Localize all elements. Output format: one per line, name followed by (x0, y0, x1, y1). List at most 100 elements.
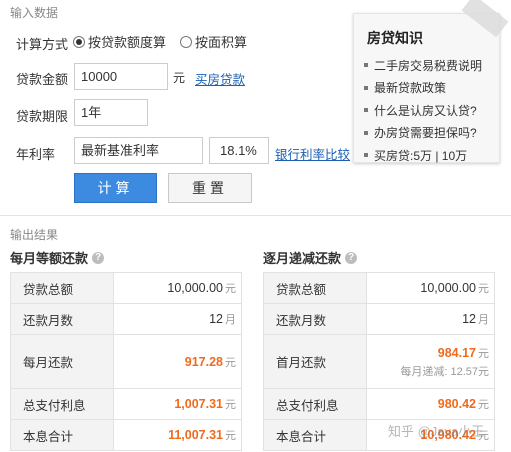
equal-payment-title-text: 每月等额还款 (10, 251, 89, 266)
table-row: 还款月数 12 月 (263, 303, 495, 335)
knowledge-item-label[interactable]: 最新贷款政策 (374, 79, 446, 96)
row-label: 本息合计 (263, 419, 367, 451)
unit-text: 月 (225, 314, 236, 326)
row-value: 984.17 元 每月递减: 12.57元 (366, 334, 495, 389)
unit-text: 元 (225, 283, 236, 295)
decreasing-payment-title: 逐月递减还款 ? (263, 248, 358, 267)
row-value: 12 月 (113, 303, 242, 335)
reset-button[interactable]: 重置 (168, 173, 252, 203)
unit-text: 元 (478, 365, 489, 378)
table-row: 贷款总额 10,000.00 元 (10, 272, 242, 304)
row-label: 贷款总额 (263, 272, 367, 304)
value-text: 1,007.31 (174, 397, 223, 411)
knowledge-item-label[interactable]: 二手房交易税费说明 (374, 57, 482, 74)
knowledge-card-title: 房贷知识 (367, 30, 423, 46)
row-label: 每月还款 (10, 334, 114, 389)
row-value: 12 月 (366, 303, 495, 335)
bullet-icon (364, 153, 368, 158)
bullet-icon (364, 130, 368, 135)
equal-payment-title: 每月等额还款 ? (10, 248, 105, 267)
value-text: 12 (209, 312, 223, 326)
radio-unchecked-icon[interactable] (180, 35, 193, 48)
unit-text: 元 (225, 430, 236, 442)
value-text: 917.28 (184, 354, 223, 369)
row-value: 10,000.00 元 (366, 272, 495, 304)
table-row: 总支付利息 1,007.31 元 (10, 388, 242, 420)
section-divider (0, 215, 511, 216)
mortgage-knowledge-card: 房贷知识 二手房交易税费说明 最新贷款政策 什么是认房又认贷? 办房贷需要担保吗… (353, 0, 509, 163)
knowledge-item[interactable]: 最新贷款政策 (364, 77, 482, 100)
monthly-decrease-label: 每月递减: (400, 365, 448, 378)
table-row: 总支付利息 980.42 元 (263, 388, 495, 420)
calc-option-area[interactable]: 按面积算 (180, 32, 247, 51)
loan-term-label: 贷款期限 (16, 109, 69, 124)
calc-option-amount-label: 按贷款额度算 (88, 35, 167, 50)
input-section-title: 输入数据 (10, 6, 59, 20)
bullet-icon (364, 63, 368, 68)
unit-text: 元 (478, 283, 489, 295)
calc-option-amount[interactable]: 按贷款额度算 (73, 32, 166, 51)
calc-method-label: 计算方式 (16, 37, 69, 52)
row-value: 980.42 元 (366, 388, 495, 420)
bullet-icon (364, 85, 368, 90)
monthly-decrease-value: 12.57 (450, 365, 478, 378)
knowledge-item[interactable]: 什么是认房又认贷? (364, 99, 482, 122)
unit-text: 元 (478, 399, 489, 411)
buy-loan-link[interactable]: 买房贷款 (195, 69, 245, 88)
loan-term-select[interactable]: 1年 (74, 99, 148, 126)
table-row: 还款月数 12 月 (10, 303, 242, 335)
rate-label: 年利率 (16, 147, 56, 162)
tape-decoration (461, 0, 509, 38)
row-label: 首月还款 (263, 334, 367, 389)
row-label: 还款月数 (10, 303, 114, 335)
row-label: 还款月数 (263, 303, 367, 335)
radio-checked-icon[interactable] (73, 35, 85, 48)
value-text: 10,000.00 (420, 281, 476, 295)
calc-option-area-label: 按面积算 (195, 35, 248, 50)
unit-text: 元 (225, 356, 236, 369)
unit-text: 月 (478, 314, 489, 326)
value-text: 12 (462, 312, 476, 326)
unit-text: 元 (478, 347, 489, 360)
row-value: 917.28 元 (113, 334, 242, 389)
value-text: 10,000.00 (167, 281, 223, 295)
row-label: 本息合计 (10, 419, 114, 451)
table-row: 首月还款 984.17 元 每月递减: 12.57元 (263, 334, 495, 389)
help-icon[interactable]: ? (92, 251, 105, 264)
row-value: 10,000.00 元 (113, 272, 242, 304)
loan-amount-label: 贷款金额 (16, 72, 69, 87)
knowledge-item-label[interactable]: 办房贷需要担保吗? (374, 124, 477, 141)
row-label: 贷款总额 (10, 272, 114, 304)
value-text: 980.42 (437, 397, 476, 411)
table-row: 本息合计 11,007.31 元 (10, 419, 242, 451)
value-text: 11,007.31 (168, 428, 223, 442)
loan-amount-unit: 元 (173, 71, 186, 85)
decreasing-payment-title-text: 逐月递减还款 (263, 251, 342, 266)
knowledge-item[interactable]: 买房贷:5万 | 10万 (364, 144, 482, 167)
row-value: 11,007.31 元 (113, 419, 242, 451)
unit-text: 元 (225, 399, 236, 411)
table-row: 贷款总额 10,000.00 元 (263, 272, 495, 304)
help-icon[interactable]: ? (345, 251, 358, 264)
value-text: 984.17 (437, 345, 476, 360)
output-section-title: 输出结果 (10, 228, 59, 242)
knowledge-item-label[interactable]: 什么是认房又认贷? (374, 102, 477, 119)
bullet-icon (364, 108, 368, 113)
row-value: 1,007.31 元 (113, 388, 242, 420)
loan-amount-input[interactable]: 10000 (74, 63, 168, 90)
knowledge-list: 二手房交易税费说明 最新贷款政策 什么是认房又认贷? 办房贷需要担保吗? 买房贷… (364, 54, 482, 167)
knowledge-item-label[interactable]: 买房贷:5万 | 10万 (374, 147, 467, 164)
monthly-decrease-line: 每月递减: 12.57元 (367, 363, 489, 379)
calculate-button[interactable]: 计算 (74, 173, 157, 203)
watermark: 知乎 @Java小王 (388, 424, 485, 439)
equal-payment-table: 贷款总额 10,000.00 元 还款月数 12 月 每月还款 917.28 元 总支… (10, 272, 242, 451)
knowledge-item[interactable]: 二手房交易税费说明 (364, 54, 482, 77)
knowledge-item[interactable]: 办房贷需要担保吗? (364, 122, 482, 145)
rate-value-input[interactable]: 18.1% (209, 137, 269, 164)
rate-compare-link[interactable]: 银行利率比较 (275, 144, 350, 163)
row-label: 总支付利息 (263, 388, 367, 420)
rate-type-select[interactable]: 最新基准利率 (74, 137, 203, 164)
table-row: 每月还款 917.28 元 (10, 334, 242, 389)
calc-method-radio-group: 按贷款额度算 按面积算 (73, 32, 255, 51)
row-label: 总支付利息 (10, 388, 114, 420)
